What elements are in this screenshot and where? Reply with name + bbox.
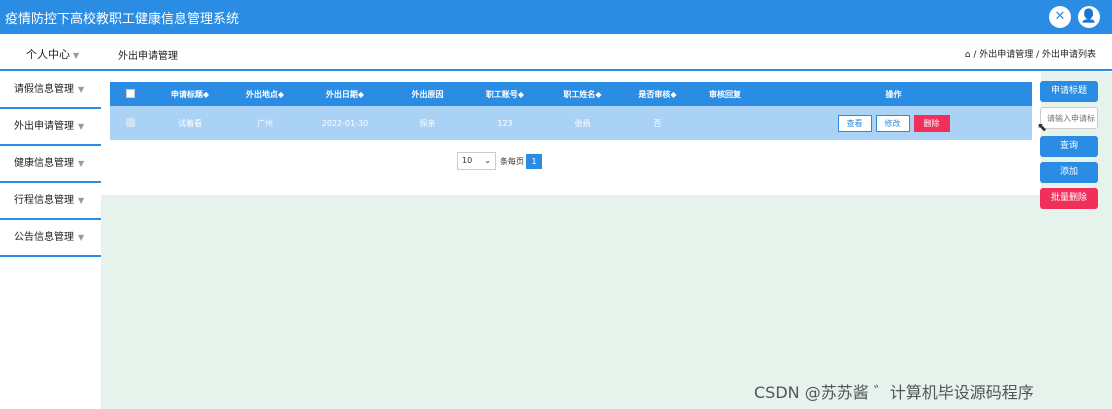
- view-button[interactable]: 查看: [837, 114, 872, 132]
- user-icon[interactable]: 👤: [1078, 6, 1100, 28]
- cell-reply: [695, 106, 755, 140]
- title-filter-button[interactable]: 申请标题: [1040, 81, 1098, 102]
- cell-place: 广州: [230, 106, 300, 140]
- column-header[interactable]: 申请标题◆: [150, 82, 230, 106]
- sidebar-item-health[interactable]: 健康信息管理 ▼: [0, 146, 101, 183]
- column-header[interactable]: 外出日期◆: [300, 82, 390, 106]
- column-header: 操作: [755, 82, 1032, 106]
- select-all-checkbox[interactable]: [125, 88, 135, 98]
- personal-center-label: 个人中心: [26, 48, 70, 61]
- cell-audited: 否: [620, 106, 695, 140]
- app-title: 疫情防控下高校教职工健康信息管理系统: [5, 12, 240, 27]
- sidebar-item-trip[interactable]: 行程信息管理 ▼: [0, 183, 101, 220]
- sidebar-item-outing[interactable]: 外出申请管理 ▼: [0, 109, 101, 146]
- cell-account: 123: [465, 106, 545, 140]
- sidebar: 请假信息管理 ▼ 外出申请管理 ▼ 健康信息管理 ▼ 行程信息管理 ▼ 公告信息管理 ▼: [0, 72, 101, 257]
- watermark: CSDN @苏苏酱 ゛计算机毕设源码程序: [754, 383, 1034, 402]
- column-header[interactable]: 外出地点◆: [230, 82, 300, 106]
- pagination: 10 ⌄ 条每页 1: [457, 152, 542, 170]
- chevron-down-icon: ▼: [78, 196, 85, 205]
- sidebar-item-label: 请假信息管理: [14, 84, 74, 95]
- sidebar-item-label: 行程信息管理: [14, 195, 74, 206]
- table-row[interactable]: 试着看 广州 2022-01-30 探亲 123 张扬 否 查看 修改 删除: [110, 106, 1032, 140]
- add-button[interactable]: 添加: [1040, 162, 1098, 183]
- column-header: 外出原因: [390, 82, 465, 106]
- table-header-row: 申请标题◆ 外出地点◆ 外出日期◆ 外出原因 职工账号◆ 职工姓名◆ 是否审核◆…: [110, 82, 1032, 106]
- sidebar-item-notice[interactable]: 公告信息管理 ▼: [0, 220, 101, 257]
- column-header[interactable]: 职工姓名◆: [545, 82, 620, 106]
- page-size-value: 10: [462, 156, 473, 165]
- cell-date: 2022-01-30: [300, 106, 390, 140]
- row-checkbox[interactable]: [125, 117, 135, 127]
- column-header[interactable]: 职工账号◆: [465, 82, 545, 106]
- page-button-current[interactable]: 1: [526, 153, 542, 169]
- delete-button[interactable]: 删除: [913, 114, 950, 132]
- chevron-down-icon: ▼: [73, 51, 80, 60]
- top-nav: 个人中心 ▼ 外出申请管理 ⌂ / 外出申请管理 / 外出申请列表: [0, 34, 1112, 71]
- search-button[interactable]: 查询: [1040, 136, 1098, 157]
- sidebar-item-label: 健康信息管理: [14, 158, 74, 169]
- chevron-down-icon: ▼: [78, 85, 85, 94]
- per-page-label: 条每页: [500, 156, 524, 166]
- chevron-down-icon: ⌄: [484, 156, 491, 165]
- cell-reason: 探亲: [390, 106, 465, 140]
- app-header: 疫情防控下高校教职工健康信息管理系统 ✕ 👤: [0, 0, 1112, 34]
- personal-center-menu[interactable]: 个人中心 ▼: [26, 46, 79, 62]
- edit-button[interactable]: 修改: [875, 114, 910, 132]
- row-select-cell: [110, 106, 150, 140]
- column-header[interactable]: 是否审核◆: [620, 82, 695, 106]
- column-header: 审核回复: [695, 82, 755, 106]
- chevron-down-icon: ▼: [78, 159, 85, 168]
- close-icon[interactable]: ✕: [1049, 6, 1071, 28]
- main-content: 申请标题◆ 外出地点◆ 外出日期◆ 外出原因 职工账号◆ 职工姓名◆ 是否审核◆…: [101, 72, 1112, 409]
- page-size-select[interactable]: 10 ⌄: [457, 152, 496, 170]
- mouse-cursor-icon: ⬉: [1037, 120, 1048, 134]
- data-table: 申请标题◆ 外出地点◆ 外出日期◆ 外出原因 职工账号◆ 职工姓名◆ 是否审核◆…: [110, 82, 1032, 140]
- current-module-title: 外出申请管理: [118, 51, 178, 62]
- chevron-down-icon: ▼: [78, 233, 85, 242]
- cell-actions: 查看 修改 删除: [755, 106, 1032, 140]
- cell-name: 张扬: [545, 106, 620, 140]
- cell-title: 试着看: [150, 106, 230, 140]
- table-panel: 申请标题◆ 外出地点◆ 外出日期◆ 外出原因 职工账号◆ 职工姓名◆ 是否审核◆…: [101, 72, 1041, 195]
- chevron-down-icon: ▼: [78, 122, 85, 131]
- batch-delete-button[interactable]: 批量删除: [1040, 188, 1098, 209]
- breadcrumb[interactable]: ⌂ / 外出申请管理 / 外出申请列表: [965, 47, 1096, 60]
- sidebar-item-label: 公告信息管理: [14, 232, 74, 243]
- select-all-cell: [110, 82, 150, 106]
- sidebar-item-label: 外出申请管理: [14, 121, 74, 132]
- search-input[interactable]: [1040, 107, 1098, 129]
- sidebar-item-leave[interactable]: 请假信息管理 ▼: [0, 72, 101, 109]
